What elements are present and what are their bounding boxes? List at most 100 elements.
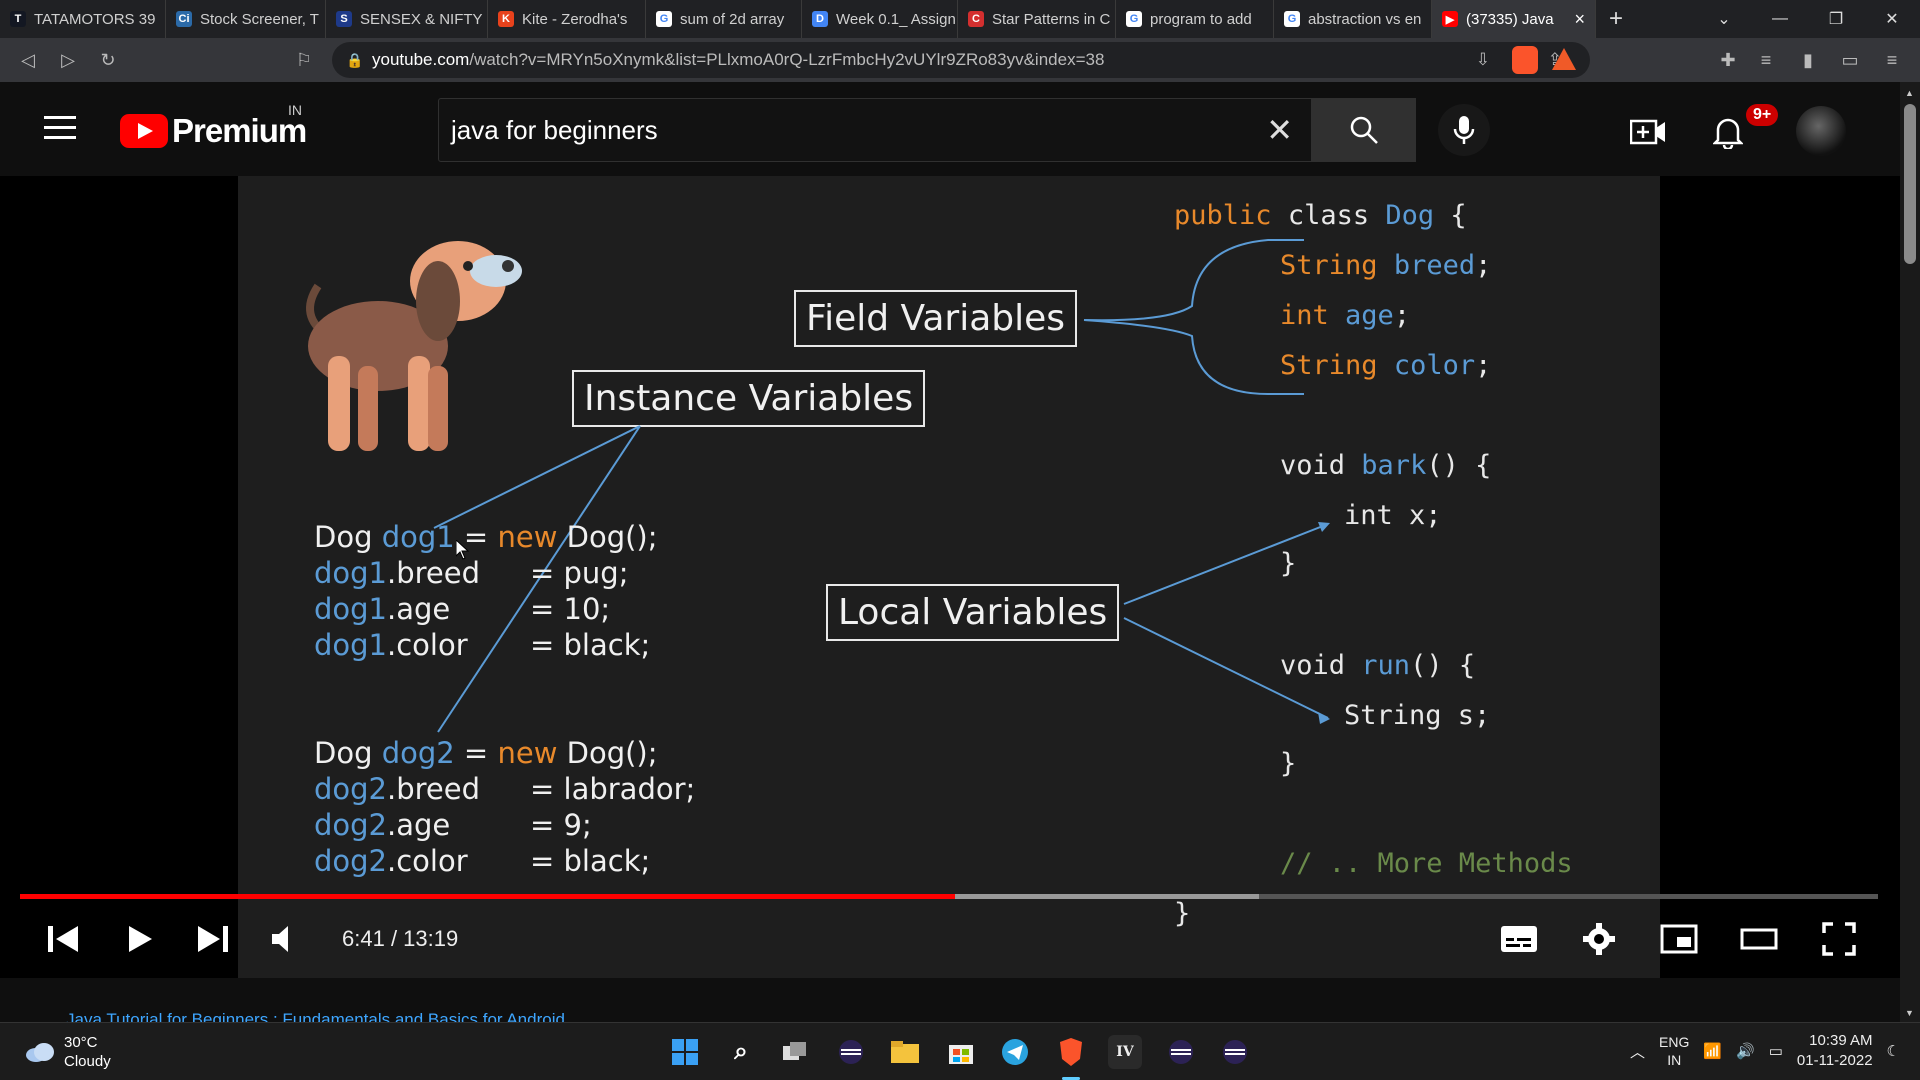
docs-icon: D — [812, 11, 828, 27]
tab-10[interactable]: ▶ (37335) Java × — [1432, 0, 1596, 38]
brave-shields-icon[interactable] — [1512, 46, 1538, 74]
previous-video-button[interactable] — [42, 918, 84, 960]
sidebar-icon[interactable]: ▮ — [1788, 40, 1828, 80]
played-bar — [20, 894, 955, 899]
play-button[interactable] — [118, 918, 160, 960]
show-hidden-icons-chevron-icon[interactable]: ︿ — [1630, 1041, 1645, 1062]
wifi-icon[interactable]: 📶 — [1703, 1042, 1722, 1060]
page-scrollbar[interactable]: ▲ ▼ — [1900, 82, 1920, 1022]
brave-rewards-icon[interactable] — [1552, 48, 1576, 70]
miniplayer-button[interactable] — [1658, 918, 1700, 960]
code-brace: } — [1280, 548, 1297, 579]
dog2-line: Dog dog2 = new Dog(); — [314, 736, 658, 770]
next-icon — [198, 926, 228, 952]
dog1-line: dog1.color = black; — [314, 628, 651, 662]
eclipse-icon-2[interactable] — [1164, 1035, 1198, 1069]
store-icon[interactable] — [944, 1035, 978, 1069]
theater-mode-button[interactable] — [1738, 918, 1780, 960]
close-tab-icon[interactable]: × — [1574, 9, 1585, 30]
notifications-bell-icon[interactable] — [1708, 112, 1748, 152]
clear-search-icon[interactable]: ✕ — [1266, 99, 1293, 161]
screener-icon: Ci — [176, 11, 192, 27]
install-icon[interactable]: ⇩ — [1476, 50, 1490, 70]
url-field[interactable]: 🔒 youtube.com/watch?v=MRYn5oXnymk&list=P… — [332, 42, 1590, 78]
bookmark-icon[interactable]: ⚐ — [284, 40, 324, 80]
restore-button[interactable]: ❐ — [1808, 0, 1864, 38]
sensex-icon: S — [336, 11, 352, 27]
youtube-logo[interactable]: Premium IN — [120, 102, 307, 150]
dog2-line: dog2.age = 9; — [314, 808, 592, 842]
extensions-icon[interactable]: ✚ — [1708, 40, 1748, 80]
time-total: 13:19 — [403, 926, 459, 951]
region-code: IN — [1667, 1052, 1682, 1068]
minimize-button[interactable]: — — [1752, 0, 1808, 38]
scroll-down-arrow[interactable]: ▼ — [1905, 1008, 1914, 1018]
hamburger-menu-icon[interactable] — [44, 116, 76, 140]
taskbar-search-icon[interactable]: ⌕ — [724, 1035, 758, 1069]
dog1-line: dog1.breed = pug; — [314, 556, 629, 590]
progress-bar[interactable] — [20, 894, 1878, 899]
reload-icon[interactable]: ↻ — [88, 40, 128, 80]
search-value: java for beginners — [451, 115, 658, 145]
create-video-icon[interactable] — [1628, 112, 1668, 152]
tab-search-icon[interactable]: ⌄ — [1696, 0, 1752, 38]
avatar[interactable] — [1796, 106, 1846, 156]
tab-title: (37335) Java — [1466, 10, 1554, 28]
window-controls: ⌄ — ❐ ✕ — [1696, 0, 1920, 38]
next-video-button[interactable] — [192, 918, 234, 960]
tab-2[interactable]: Ci Stock Screener, T — [166, 0, 326, 38]
search-button[interactable] — [1312, 98, 1416, 162]
fullscreen-button[interactable] — [1818, 918, 1860, 960]
brave-browser-icon[interactable] — [1054, 1035, 1088, 1069]
video-player[interactable]: Field Variables Instance Variables Local… — [0, 176, 1900, 978]
file-explorer-icon[interactable] — [888, 1035, 922, 1069]
search-input[interactable]: java for beginners ✕ — [438, 98, 1312, 162]
weather-condition: Cloudy — [64, 1053, 111, 1070]
notification-center-icon[interactable]: ☾ — [1887, 1042, 1900, 1060]
tab-4[interactable]: K Kite - Zerodha's — [488, 0, 646, 38]
subtitles-button[interactable] — [1498, 918, 1540, 960]
telegram-icon[interactable] — [998, 1035, 1032, 1069]
intellij-icon[interactable]: IV — [1108, 1035, 1142, 1069]
tab-8[interactable]: Gprogram to add — [1116, 0, 1274, 38]
time-display: 6:41 / 13:19 — [342, 926, 459, 951]
forward-icon[interactable]: ▷ — [48, 40, 88, 80]
start-button[interactable] — [668, 1035, 702, 1069]
back-icon[interactable]: ◁ — [8, 40, 48, 80]
menu-icon[interactable]: ≡ — [1872, 40, 1912, 80]
code-local-s: String s; — [1344, 700, 1491, 731]
eclipse-icon-3[interactable] — [1218, 1035, 1252, 1069]
volume-icon[interactable]: 🔊 — [1736, 1042, 1755, 1060]
tab-1[interactable]: T TATAMOTORS 39 — [0, 0, 166, 38]
mouse-cursor-icon — [456, 540, 470, 560]
code-class-decl: public class Dog { — [1174, 200, 1467, 231]
task-view-icon[interactable] — [778, 1035, 812, 1069]
media-icon[interactable]: ≡ — [1746, 40, 1786, 80]
youtube-header: Premium IN java for beginners ✕ 9+ — [0, 82, 1900, 176]
scroll-up-arrow[interactable]: ▲ — [1905, 88, 1914, 98]
mute-button[interactable] — [266, 918, 308, 960]
tab-9[interactable]: Gabstraction vs en — [1274, 0, 1432, 38]
tab-title: TATAMOTORS 39 — [34, 10, 156, 28]
new-tab-button[interactable]: + — [1596, 5, 1636, 33]
country-code: IN — [288, 102, 302, 118]
eclipse-icon[interactable] — [834, 1035, 868, 1069]
previous-icon — [48, 926, 78, 952]
settings-button[interactable] — [1578, 918, 1620, 960]
tab-5[interactable]: Gsum of 2d array — [646, 0, 802, 38]
language-indicator[interactable]: ENG IN — [1659, 1033, 1689, 1069]
weather-widget[interactable]: 30°C Cloudy — [24, 1033, 111, 1071]
tab-3[interactable]: S SENSEX & NIFTY — [326, 0, 488, 38]
cloud-icon — [26, 1043, 54, 1062]
close-window-button[interactable]: ✕ — [1864, 0, 1920, 38]
voice-search-button[interactable] — [1438, 104, 1490, 156]
scrollbar-thumb[interactable] — [1904, 104, 1916, 264]
google-icon: G — [1126, 11, 1142, 27]
tab-7[interactable]: C Star Patterns in C — [958, 0, 1116, 38]
wallet-icon[interactable]: ▭ — [1830, 40, 1870, 80]
tab-title: abstraction vs en — [1308, 10, 1422, 28]
tab-6[interactable]: D Week 0.1_ Assign — [802, 0, 958, 38]
clock[interactable]: 10:39 AM 01-11-2022 — [1797, 1031, 1873, 1071]
battery-icon[interactable]: ▭ — [1769, 1042, 1783, 1060]
video-title-partial[interactable]: Java Tutorial for Beginners : Fundamenta… — [66, 1010, 565, 1022]
